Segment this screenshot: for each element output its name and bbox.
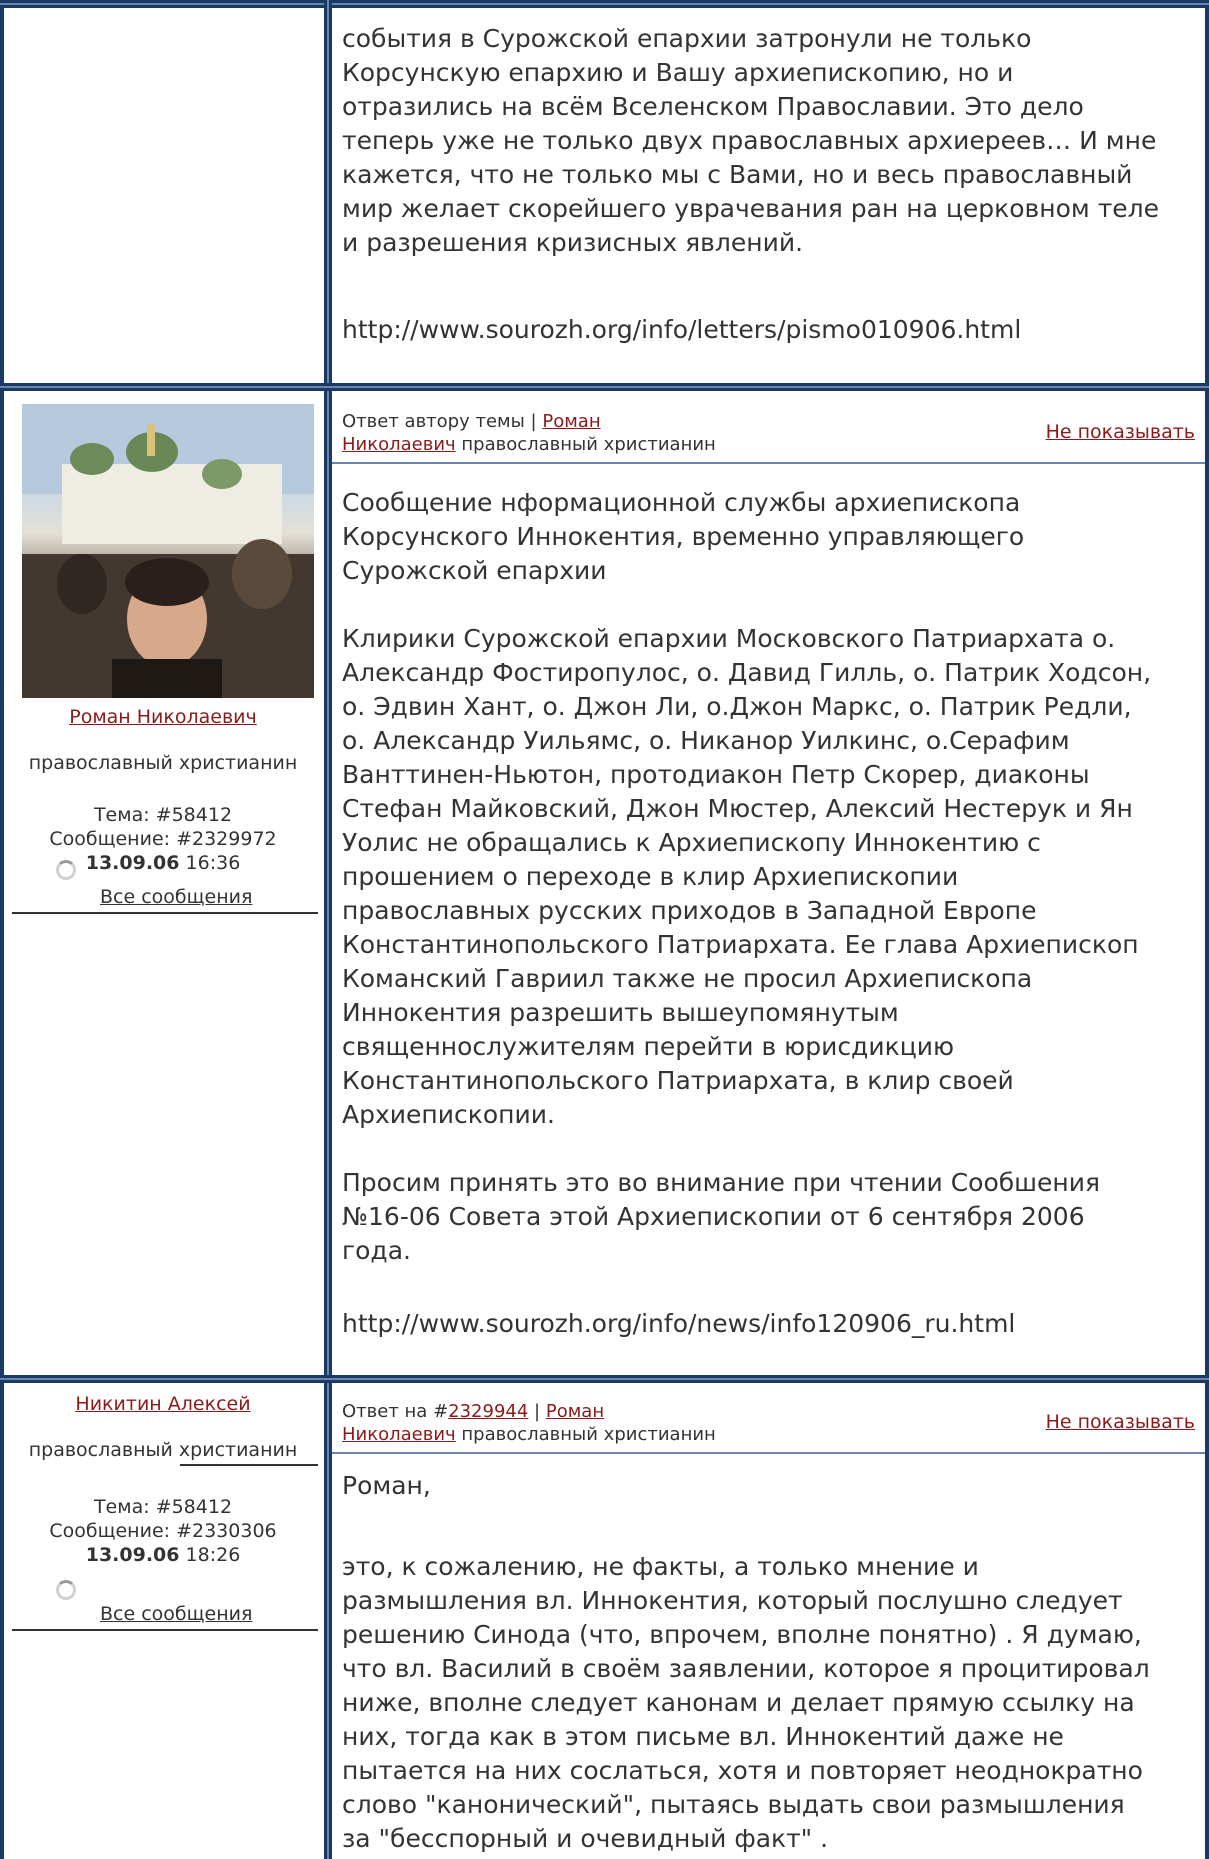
hide-post-link[interactable]: Не показывать (1046, 421, 1195, 443)
post3-greeting: Роман, (342, 1471, 431, 1500)
post-time: 16:36 (179, 852, 241, 874)
text-line: кажется, что не только мы с Вами, но и в… (342, 160, 1133, 189)
text-line: за "бесспорный и очевидный факт" . (342, 1824, 829, 1853)
post-divider (0, 383, 1209, 391)
header-author-status: православный христианин (455, 1424, 716, 1445)
text-line: Команский Гавриил также не просил Архиеп… (342, 964, 1033, 993)
post3-body: это, к сожалению, не факты, а только мне… (342, 1550, 1192, 1856)
forum-thread: события в Сурожской епархии затронули не… (0, 0, 1209, 1859)
header-separator: | (528, 1401, 546, 1422)
topic-number: Тема: #58412 (93, 1496, 233, 1518)
post-date: 13.09.06 (85, 852, 180, 874)
text-line: теперь уже не только двух православных а… (342, 126, 1157, 155)
text-line: священнослужителям перейти в юрисдикцию (342, 1032, 954, 1061)
text-line: это, к сожалению, не факты, а только мне… (342, 1552, 979, 1581)
post-date: 13.09.06 (85, 1544, 180, 1566)
left-divider (12, 912, 318, 914)
text-line: Клирики Сурожской епархии Московского Па… (342, 624, 1116, 653)
post2-body: Сообщение нформационной службы архиеписк… (342, 486, 1192, 1268)
left-divider (180, 1464, 318, 1466)
post-divider (0, 1375, 1209, 1383)
all-messages-link[interactable]: Все сообщения (100, 885, 300, 909)
reply-to-label: Ответ автору темы | (342, 411, 543, 432)
text-line: Корсунскую епархию и Вашу архиепископию,… (342, 58, 1014, 87)
author-status: православный христианин (28, 1439, 298, 1461)
text-line: события в Сурожской епархии затронули не… (342, 24, 1032, 53)
post3-meta: Тема: #58412 Сообщение: #2330306 13.09.0… (8, 1495, 318, 1567)
reply-id-link[interactable]: 2329944 (448, 1401, 528, 1422)
avatar[interactable] (22, 404, 314, 698)
text-line: ниже, вполне следует канонам и делает пр… (342, 1688, 1135, 1717)
author-name-link[interactable]: Никитин Алексей (8, 1392, 318, 1416)
left-divider (12, 1629, 318, 1631)
text-line: Константинопольского Патриархата. Ее гла… (342, 930, 1139, 959)
text-line: размышления вл. Иннокентия, который посл… (342, 1586, 1123, 1615)
post1-url: http://www.sourozh.org/info/letters/pism… (342, 315, 1022, 344)
header-author-link-cont[interactable]: Николаевич (342, 1424, 456, 1445)
header-author-link[interactable]: Роман (546, 1401, 604, 1422)
loading-icon (56, 1580, 76, 1600)
text-line: года. (342, 1236, 411, 1265)
text-line: и разрешения кризисных явлений. (342, 228, 804, 257)
post-datetime: 13.09.06 18:26 (8, 1543, 318, 1567)
author-name-link[interactable]: Роман Николаевич (8, 705, 318, 729)
text-line: слово "канонический", пытаясь выдать сво… (342, 1790, 1125, 1819)
column-separator (324, 0, 332, 383)
text-line: №16-06 Совета этой Архиепископии от 6 се… (342, 1202, 1085, 1231)
header-author-link[interactable]: Роман (542, 411, 600, 432)
text-line: Ванттинен-Ньютон, протодиакон Петр Скоре… (342, 760, 1090, 789)
text-line: что вл. Василий в своём заявлении, котор… (342, 1654, 1150, 1683)
column-separator (324, 391, 332, 1375)
post-time: 18:26 (179, 1544, 241, 1566)
table-border-left (0, 0, 4, 1859)
text-line: Корсунского Иннокентия, временно управля… (342, 522, 1025, 551)
header-author-link-cont[interactable]: Николаевич (342, 434, 456, 455)
message-number: Сообщение: #2329972 (49, 828, 277, 850)
text-line: Архиепископии. (342, 1100, 555, 1129)
text-line: Александр Фостиропулос, о. Давид Гилль, … (342, 658, 1152, 687)
all-messages-link[interactable]: Все сообщения (100, 1602, 300, 1626)
text-line: Просим принять это во внимание при чтени… (342, 1168, 1101, 1197)
text-line: православных русских приходов в Западной… (342, 896, 1037, 925)
header-divider (332, 1452, 1205, 1454)
post-divider (0, 0, 1209, 8)
author-status: православный христианин (28, 752, 298, 774)
text-line: прошением о переходе в клир Архиепископи… (342, 862, 959, 891)
avatar-photo (22, 404, 314, 698)
header-author-status: православный христианин (455, 434, 716, 455)
text-line: Константинопольского Патриархата, в клир… (342, 1066, 1014, 1095)
header-divider (332, 462, 1205, 464)
post2-author-info: Роман Николаевич православный христианин… (8, 705, 318, 875)
text-line: Сообщение нформационной службы архиеписк… (342, 488, 1021, 517)
topic-number: Тема: #58412 (93, 804, 233, 826)
column-separator (324, 1383, 332, 1859)
message-number: Сообщение: #2330306 (49, 1520, 277, 1542)
text-line: Сурожской епархии (342, 556, 607, 585)
text-line: пытается на них сослаться, хотя и повтор… (342, 1756, 1143, 1785)
text-line: Уолис не обращались к Архиепископу Иннок… (342, 828, 1041, 857)
table-border-right (1205, 0, 1209, 1859)
loading-icon (56, 860, 76, 880)
text-line: мир желает скорейшего уврачевания ран на… (342, 194, 1160, 223)
text-line: Иннокентия разрешить вышеупомянутым (342, 998, 899, 1027)
post2-url: http://www.sourozh.org/info/news/info120… (342, 1309, 1016, 1338)
hide-post-link[interactable]: Не показывать (1046, 1411, 1195, 1433)
text-line: о. Эдвин Хант, о. Джон Ли, о.Джон Маркс,… (342, 692, 1132, 721)
reply-to-label: Ответ на # (342, 1401, 449, 1422)
post3-author-info: Никитин Алексей православный христианин (8, 1392, 318, 1462)
post3-header: Ответ на #2329944 | Роман Николаевич пра… (342, 1400, 716, 1446)
text-line: о. Александр Уильямс, о. Никанор Уилкинс… (342, 726, 1070, 755)
text-line: отразились на всём Вселенском Православи… (342, 92, 1084, 121)
post1-body: события в Сурожской епархии затронули не… (342, 22, 1192, 260)
post-datetime: 13.09.06 16:36 (8, 851, 318, 875)
text-line: Стефан Майковский, Джон Мюстер, Алексий … (342, 794, 1133, 823)
post2-header: Ответ автору темы | Роман Николаевич пра… (342, 410, 716, 456)
text-line: них, тогда как в этом письме вл. Иннокен… (342, 1722, 1064, 1751)
text-line: решению Синода (что, впрочем, вполне пон… (342, 1620, 1142, 1649)
